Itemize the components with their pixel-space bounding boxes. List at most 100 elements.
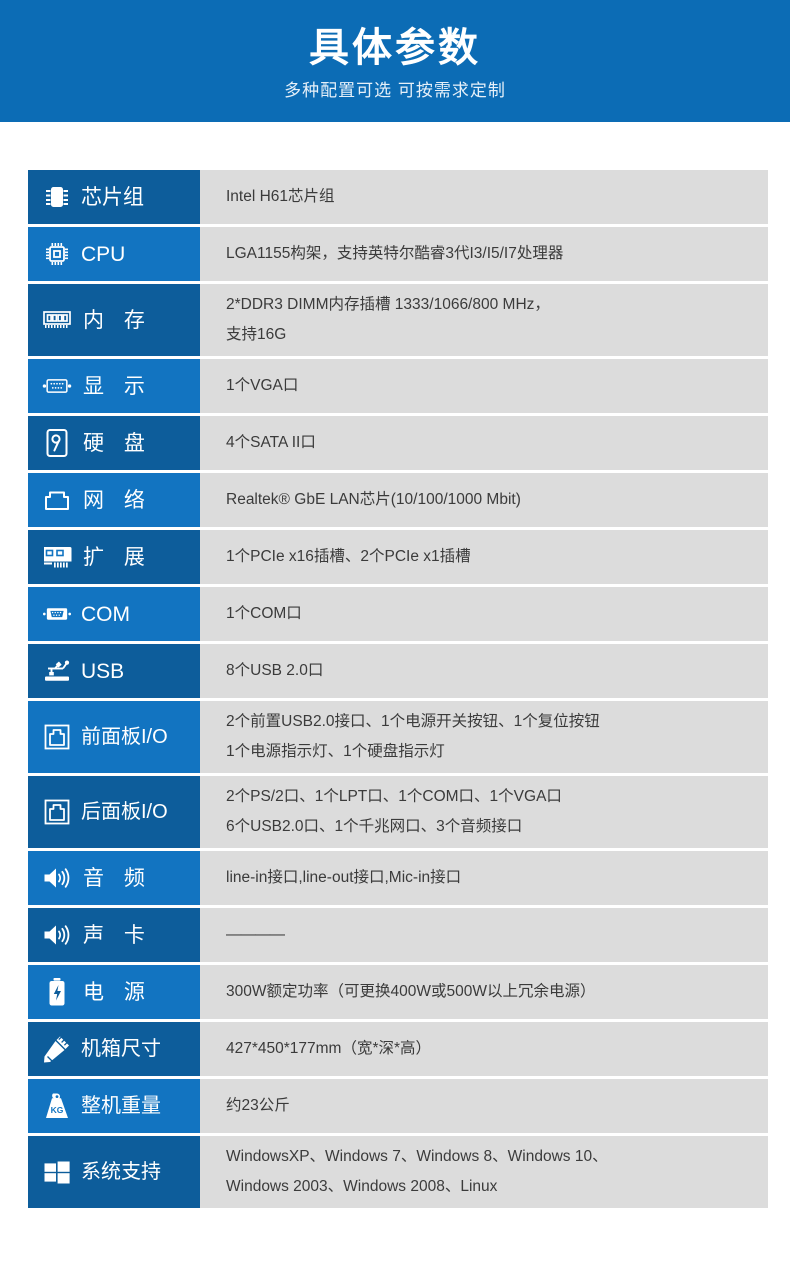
spec-value-cell: 4个SATA II口 <box>200 416 768 470</box>
spec-label-text: 扩 展 <box>83 545 152 569</box>
spec-value-line: ———— <box>226 926 285 943</box>
spec-value-cell: Realtek® GbE LAN芯片(10/100/1000 Mbit) <box>200 473 768 527</box>
windows-icon <box>42 1157 72 1187</box>
spec-label-cell-vga-display: 显 示 <box>28 359 200 413</box>
spec-value-line: 4个SATA II口 <box>226 434 316 451</box>
table-row: 电 源 300W额定功率（可更换400W或500W以上冗余电源） <box>28 965 768 1019</box>
spec-value-cell: 2*DDR3 DIMM内存插槽 1333/1066/800 MHz， 支持16G <box>200 284 768 356</box>
spec-sheet-page: 具体参数 多种配置可选 可按需求定制 芯片组 Intel H61芯片组 CPU LG… <box>0 0 790 1263</box>
spec-value-line: 427*450*177mm（宽*深*高） <box>226 1040 432 1057</box>
spec-label-text: 整机重量 <box>81 1094 161 1117</box>
spec-value-line: Realtek® GbE LAN芯片(10/100/1000 Mbit) <box>226 491 521 508</box>
table-row: USB 8个USB 2.0口 <box>28 644 768 698</box>
cpu-icon <box>42 239 72 269</box>
spec-value-cell: 约23公斤 <box>200 1079 768 1133</box>
spec-value-cell: 2个PS/2口、1个LPT口、1个COM口、1个VGA口 6个USB2.0口、1个… <box>200 776 768 848</box>
spec-label-text: USB <box>81 659 125 683</box>
spec-label-text: CPU <box>81 242 126 266</box>
table-row: 系统支持 WindowsXP、Windows 7、Windows 8、Window… <box>28 1136 768 1208</box>
spec-value-line: Intel H61芯片组 <box>226 188 335 205</box>
spec-label-text: COM <box>81 602 130 626</box>
table-row: 网 络 Realtek® GbE LAN芯片(10/100/1000 Mbit) <box>28 473 768 527</box>
spec-value-line: LGA1155构架，支持英特尔酷睿3代I3/I5/I7处理器 <box>226 245 564 262</box>
table-row: 声 卡 ———— <box>28 908 768 962</box>
spec-value-cell: 427*450*177mm（宽*深*高） <box>200 1022 768 1076</box>
spec-label-cell-network: 网 络 <box>28 473 200 527</box>
spec-label-cell-cpu: CPU <box>28 227 200 281</box>
table-row: 音 频 line-in接口,line-out接口,Mic-in接口 <box>28 851 768 905</box>
spec-value-line: 约23公斤 <box>226 1097 290 1114</box>
audio-icon <box>42 863 72 893</box>
spec-value-cell: line-in接口,line-out接口,Mic-in接口 <box>200 851 768 905</box>
spec-value-line: 1个COM口 <box>226 605 302 622</box>
table-row: 芯片组 Intel H61芯片组 <box>28 170 768 224</box>
table-row: KG 整机重量 约23公斤 <box>28 1079 768 1133</box>
spec-label-cell-windows: 系统支持 <box>28 1136 200 1208</box>
spec-label-cell-audio: 音 频 <box>28 851 200 905</box>
spec-label-cell-expansion-card: 扩 展 <box>28 530 200 584</box>
page-subtitle: 多种配置可选 可按需求定制 <box>284 81 506 100</box>
spec-value-cell: Intel H61芯片组 <box>200 170 768 224</box>
spec-label-text: 内 存 <box>83 308 152 332</box>
spec-value-cell: 2个前置USB2.0接口、1个电源开关按钮、1个复位按钮 1个电源指示灯、1个硬盘… <box>200 701 768 773</box>
page-banner: 具体参数 多种配置可选 可按需求定制 <box>0 0 790 122</box>
spec-value-line: 1个电源指示灯、1个硬盘指示灯 <box>226 743 445 760</box>
spec-label-cell-weight: KG 整机重量 <box>28 1079 200 1133</box>
spec-value-cell: 1个VGA口 <box>200 359 768 413</box>
table-row: 扩 展 1个PCIe x16插槽、2个PCIe x1插槽 <box>28 530 768 584</box>
vga-display-icon <box>42 371 72 401</box>
table-row: 机箱尺寸 427*450*177mm（宽*深*高） <box>28 1022 768 1076</box>
spec-value-line: 支持16G <box>226 326 287 343</box>
spec-label-cell-front-panel-io: 前面板I/O <box>28 701 200 773</box>
spec-label-text: 显 示 <box>83 374 152 398</box>
front-panel-io-icon <box>42 722 72 752</box>
weight-icon: KG <box>42 1091 72 1121</box>
spec-label-cell-harddisk: 硬 盘 <box>28 416 200 470</box>
power-icon <box>42 977 72 1007</box>
spec-value-line: 2个PS/2口、1个LPT口、1个COM口、1个VGA口 <box>226 788 562 805</box>
spec-label-cell-power: 电 源 <box>28 965 200 1019</box>
spec-value-line: line-in接口,line-out接口,Mic-in接口 <box>226 869 462 886</box>
svg-text:KG: KG <box>51 1105 64 1115</box>
spec-label-text: 硬 盘 <box>83 431 152 455</box>
table-row: 后面板I/O 2个PS/2口、1个LPT口、1个COM口、1个VGA口 6个USB2… <box>28 776 768 848</box>
spec-label-cell-chipset: 芯片组 <box>28 170 200 224</box>
spec-value-line: 1个VGA口 <box>226 377 299 394</box>
table-row: 显 示 1个VGA口 <box>28 359 768 413</box>
spec-label-text: 网 络 <box>83 488 152 512</box>
spec-label-cell-soundcard: 声 卡 <box>28 908 200 962</box>
spec-value-cell: 1个PCIe x16插槽、2个PCIe x1插槽 <box>200 530 768 584</box>
table-row: 硬 盘 4个SATA II口 <box>28 416 768 470</box>
spec-value-line: 8个USB 2.0口 <box>226 662 324 679</box>
spec-table-wrapper: 芯片组 Intel H61芯片组 CPU LGA1155构架，支持英特尔酷睿3代I3… <box>0 122 790 1208</box>
table-row: CPU LGA1155构架，支持英特尔酷睿3代I3/I5/I7处理器 <box>28 227 768 281</box>
memory-icon <box>42 305 72 335</box>
spec-label-cell-rear-panel-io: 后面板I/O <box>28 776 200 848</box>
network-icon <box>42 485 72 515</box>
serial-port-icon <box>42 599 72 629</box>
spec-label-text: 前面板I/O <box>81 725 168 748</box>
table-row: COM 1个COM口 <box>28 587 768 641</box>
spec-label-cell-dimension: 机箱尺寸 <box>28 1022 200 1076</box>
harddisk-icon <box>42 428 72 458</box>
expansion-card-icon <box>42 542 72 572</box>
spec-label-text: 机箱尺寸 <box>81 1037 161 1060</box>
spec-label-text: 电 源 <box>83 980 152 1004</box>
spec-label-text: 系统支持 <box>81 1160 161 1183</box>
soundcard-icon <box>42 920 72 950</box>
spec-label-text: 音 频 <box>83 866 152 890</box>
chipset-icon <box>42 182 72 212</box>
usb-icon <box>42 656 72 686</box>
spec-table: 芯片组 Intel H61芯片组 CPU LGA1155构架，支持英特尔酷睿3代I3… <box>28 170 768 1208</box>
spec-value-cell: ———— <box>200 908 768 962</box>
spec-value-line: 300W额定功率（可更换400W或500W以上冗余电源） <box>226 983 596 1000</box>
rear-panel-io-icon <box>42 797 72 827</box>
spec-value-cell: LGA1155构架，支持英特尔酷睿3代I3/I5/I7处理器 <box>200 227 768 281</box>
dimension-icon <box>42 1034 72 1064</box>
spec-value-cell: WindowsXP、Windows 7、Windows 8、Windows 10… <box>200 1136 768 1208</box>
spec-value-line: 6个USB2.0口、1个千兆网口、3个音频接口 <box>226 818 523 835</box>
spec-value-cell: 1个COM口 <box>200 587 768 641</box>
spec-label-cell-usb: USB <box>28 644 200 698</box>
spec-label-cell-memory: 内 存 <box>28 284 200 356</box>
spec-label-text: 声 卡 <box>83 923 152 947</box>
